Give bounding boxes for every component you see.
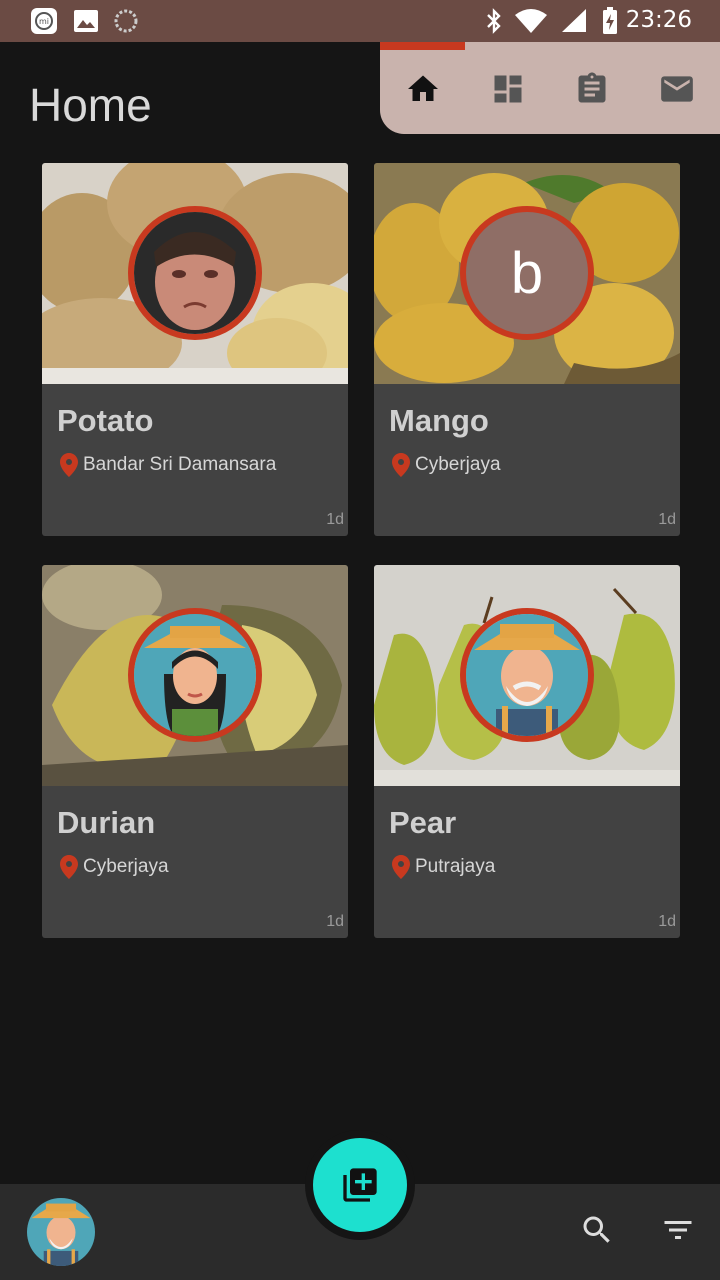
card-location-text: Cyberjaya	[83, 856, 169, 877]
farmer-woman-avatar	[128, 608, 262, 742]
status-bar: mi 23:26	[0, 0, 720, 42]
loading-icon	[113, 8, 139, 39]
search-icon	[583, 1216, 610, 1243]
tab-dashboard[interactable]	[487, 68, 529, 110]
card-title: Mango	[389, 403, 489, 438]
card-title: Potato	[57, 403, 154, 438]
avatar-letter: b	[510, 240, 544, 306]
tab-assignment[interactable]	[571, 68, 613, 110]
location-pin-icon	[392, 855, 410, 879]
dashboard-icon	[494, 75, 522, 103]
card-location: Cyberjaya	[392, 453, 501, 477]
status-time: 23:26	[625, 7, 692, 33]
tab-home[interactable]	[402, 68, 444, 110]
mi-icon: mi	[30, 7, 58, 40]
card-location: Putrajaya	[392, 855, 495, 879]
card-location-text: Putrajaya	[415, 856, 496, 877]
letter-avatar: b	[460, 206, 594, 340]
listing-card[interactable]: Potato Bandar Sri Damansara 1d	[42, 163, 348, 536]
card-age: 1d	[326, 913, 344, 930]
filter-icon	[664, 1221, 692, 1239]
add-listing-fab[interactable]	[313, 1138, 407, 1232]
card-location: Cyberjaya	[60, 855, 169, 879]
card-age: 1d	[658, 511, 676, 528]
location-pin-icon	[392, 453, 410, 477]
farmer-old-man-avatar	[460, 608, 594, 742]
filter-button[interactable]	[660, 1212, 696, 1248]
add-to-library-icon	[343, 1168, 377, 1202]
listing-card[interactable]: Pear Putrajaya 1d	[374, 565, 680, 938]
tab-selected-indicator	[380, 42, 465, 50]
card-location-text: Cyberjaya	[415, 454, 501, 475]
top-tab-bar	[380, 42, 720, 134]
card-age: 1d	[658, 913, 676, 930]
card-title: Durian	[57, 805, 156, 840]
location-pin-icon	[60, 453, 78, 477]
card-location-text: Bandar Sri Damansara	[83, 454, 277, 475]
clipboard-icon	[578, 72, 606, 103]
face-photo-avatar	[128, 206, 262, 340]
listing-card[interactable]: Durian Cyberjaya 1d	[42, 565, 348, 938]
card-title: Pear	[389, 805, 457, 840]
battery-charging-icon	[602, 7, 618, 40]
bluetooth-icon	[484, 8, 504, 39]
search-button[interactable]	[579, 1212, 615, 1248]
home-icon	[408, 75, 438, 101]
tab-mail[interactable]	[656, 68, 698, 110]
location-pin-icon	[60, 855, 78, 879]
signal-icon	[560, 8, 588, 39]
user-profile-avatar[interactable]	[27, 1198, 95, 1266]
image-icon	[73, 8, 99, 39]
mail-icon	[661, 76, 693, 102]
listing-card[interactable]: b Mango Cyberjaya 1d	[374, 163, 680, 536]
card-age: 1d	[326, 511, 344, 528]
page-title: Home	[29, 79, 152, 131]
svg-text:mi: mi	[39, 17, 49, 26]
card-location: Bandar Sri Damansara	[60, 453, 276, 477]
wifi-icon	[514, 8, 548, 39]
